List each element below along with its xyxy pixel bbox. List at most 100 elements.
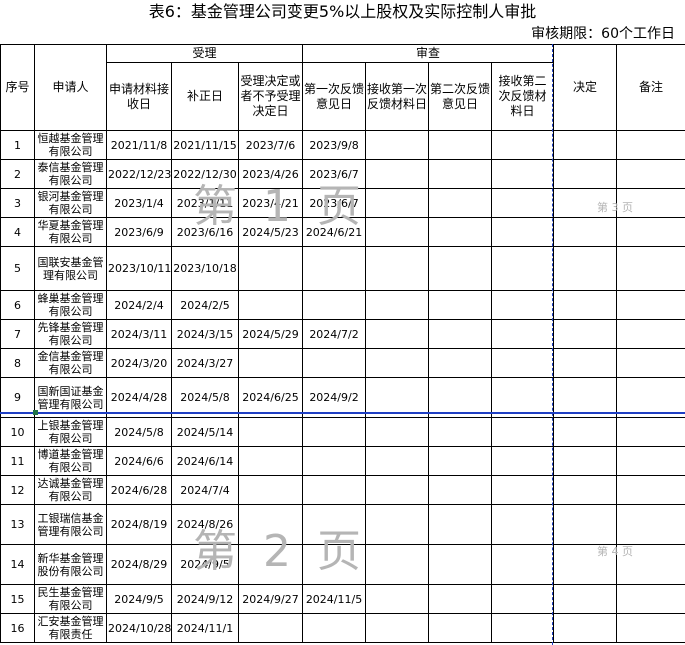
cell-date[interactable] [302,475,367,505]
cell-date[interactable] [302,544,367,585]
cell-applicant[interactable]: 银河基金管理有限公司 [34,188,107,218]
cell-empty[interactable] [365,584,430,614]
cell-date[interactable]: 2024/11/1 [171,613,239,643]
cell-applicant[interactable]: 工银瑞信基金管理有限公司 [34,504,107,545]
cell-date[interactable]: 2023/4/26 [237,159,304,189]
cell-empty[interactable] [365,613,430,643]
cell-applicant[interactable]: 恒越基金管理有限公司 [34,130,107,160]
cell-empty[interactable] [428,504,493,545]
cell-empty[interactable] [365,446,430,476]
cell-date[interactable]: 2024/6/21 [302,217,367,247]
cell-date[interactable]: 2023/4/21 [237,188,304,218]
cell-date[interactable]: 2024/3/27 [171,348,239,378]
cell-empty[interactable] [491,159,555,189]
cell-no[interactable]: 16 [0,613,35,643]
table-row[interactable]: 4 华夏基金管理有限公司 2023/6/9 2023/6/16 2024/5/23 202… [0,217,685,247]
cell-empty[interactable] [365,475,430,505]
cell-empty[interactable] [553,290,618,320]
cell-empty[interactable] [491,290,555,320]
cell-no[interactable]: 15 [0,584,35,614]
cell-empty[interactable] [491,348,555,378]
cell-empty[interactable] [365,417,430,447]
header-decision[interactable]: 决定 [553,44,618,131]
header-group-accept[interactable]: 受理 [105,44,304,63]
cell-empty[interactable] [491,188,555,218]
cell-empty[interactable] [428,446,493,476]
cell-empty[interactable] [365,188,430,218]
cell-date[interactable]: 2024/11/5 [302,584,367,614]
cell-date[interactable]: 2024/10/28 [106,613,172,643]
cell-empty[interactable] [616,504,685,545]
table-row[interactable]: 10 上银基金管理有限公司 2024/5/8 2024/5/14 [0,417,685,447]
table-row[interactable]: 14 新华基金管理股份有限公司 2024/8/29 2024/9/5 [0,544,685,585]
cell-empty[interactable] [365,348,430,378]
cell-date[interactable]: 2024/3/20 [106,348,172,378]
selection-fill-handle[interactable] [33,410,38,415]
cell-empty[interactable] [616,130,685,160]
cell-empty[interactable] [428,475,493,505]
cell-date[interactable] [237,504,304,545]
cell-applicant[interactable]: 上银基金管理有限公司 [34,417,107,447]
cell-date[interactable]: 2023/6/7 [302,188,367,218]
header-accept-decision-date[interactable]: 受理决定或者不予受理决定日 [237,62,304,131]
cell-empty[interactable] [428,417,493,447]
table-row[interactable]: 11 博道基金管理有限公司 2024/6/6 2024/6/14 [0,446,685,476]
cell-no[interactable]: 7 [0,319,35,349]
cell-date[interactable] [237,348,304,378]
cell-date[interactable]: 2024/5/8 [106,417,172,447]
table-row[interactable]: 12 达诚基金管理有限公司 2024/6/28 2024/7/4 [0,475,685,505]
table-row[interactable]: 2 泰信基金管理有限公司 2022/12/23 2022/12/30 2023/4/26… [0,159,685,189]
cell-date[interactable]: 2024/3/11 [106,319,172,349]
cell-no[interactable]: 10 [0,417,35,447]
header-applicant[interactable]: 申请人 [34,44,107,131]
cell-empty[interactable] [428,613,493,643]
cell-empty[interactable] [428,348,493,378]
header-first-feedback-date[interactable]: 第一次反馈意见日 [302,62,367,131]
cell-empty[interactable] [365,246,430,291]
cell-empty[interactable] [553,348,618,378]
cell-empty[interactable] [553,188,618,218]
cell-no[interactable]: 5 [0,246,35,291]
cell-date[interactable]: 2023/1/4 [106,188,172,218]
cell-date[interactable]: 2024/9/12 [171,584,239,614]
cell-date[interactable]: 2024/8/26 [171,504,239,545]
header-receive-date[interactable]: 申请材料接收日 [106,62,172,131]
cell-applicant[interactable]: 蜂巢基金管理有限公司 [34,290,107,320]
cell-empty[interactable] [491,613,555,643]
cell-date[interactable] [237,417,304,447]
cell-empty[interactable] [365,130,430,160]
cell-date[interactable] [302,613,367,643]
cell-empty[interactable] [616,446,685,476]
cell-date[interactable] [302,446,367,476]
cell-empty[interactable] [553,246,618,291]
cell-applicant[interactable]: 新华基金管理股份有限公司 [34,544,107,585]
cell-no[interactable]: 1 [0,130,35,160]
cell-empty[interactable] [553,217,618,247]
cell-applicant[interactable]: 民生基金管理有限公司 [34,584,107,614]
cell-date[interactable]: 2024/5/23 [237,217,304,247]
table-row[interactable]: 8 金信基金管理有限公司 2024/3/20 2024/3/27 [0,348,685,378]
cell-no[interactable]: 12 [0,475,35,505]
cell-date[interactable]: 2024/8/29 [106,544,172,585]
cell-empty[interactable] [616,188,685,218]
header-first-feedback-receive[interactable]: 接收第一次反馈材料日 [365,62,430,131]
cell-date[interactable] [302,348,367,378]
header-supplement-date[interactable]: 补正日 [171,62,239,131]
cell-empty[interactable] [553,446,618,476]
cell-applicant[interactable]: 博道基金管理有限公司 [34,446,107,476]
table-row[interactable]: 15 民生基金管理有限公司 2024/9/5 2024/9/12 2024/9/27 20… [0,584,685,614]
cell-empty[interactable] [616,417,685,447]
table-row[interactable]: 1 恒越基金管理有限公司 2021/11/8 2021/11/15 2023/7/6 20… [0,130,685,160]
cell-date[interactable] [302,504,367,545]
cell-applicant[interactable]: 国联安基金管理有限公司 [34,246,107,291]
cell-date[interactable] [237,613,304,643]
cell-empty[interactable] [428,246,493,291]
cell-date[interactable]: 2024/3/15 [171,319,239,349]
cell-applicant[interactable]: 金信基金管理有限公司 [34,348,107,378]
cell-empty[interactable] [491,319,555,349]
cell-empty[interactable] [491,544,555,585]
cell-date[interactable] [302,290,367,320]
cell-date[interactable]: 2023/10/11 [106,246,172,291]
table-row[interactable]: 5 国联安基金管理有限公司 2023/10/11 2023/10/18 [0,246,685,291]
cell-empty[interactable] [553,475,618,505]
